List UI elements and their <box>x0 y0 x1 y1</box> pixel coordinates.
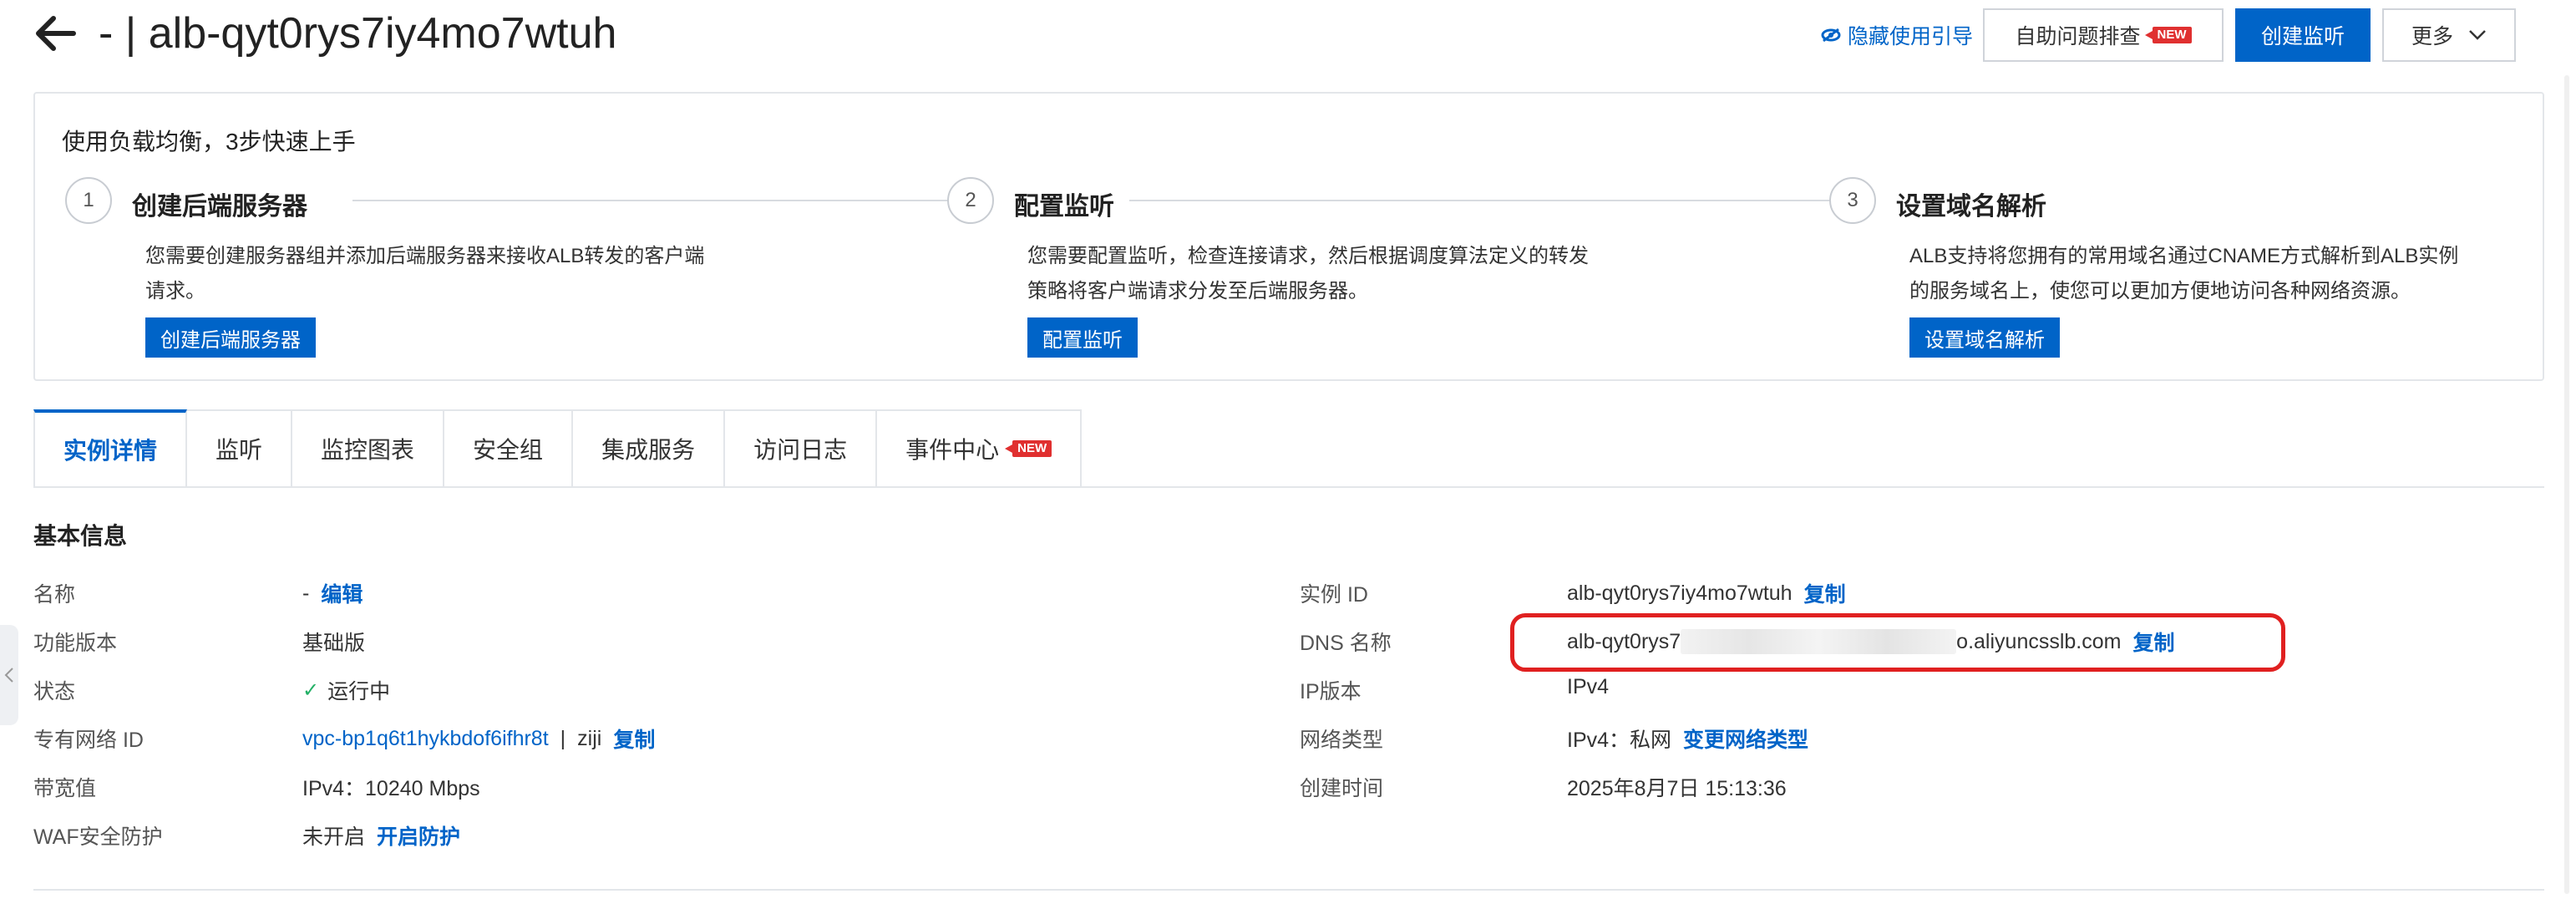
step-1-number: 1 <box>65 177 112 224</box>
network-type-value: IPv4：私网 <box>1567 729 1672 752</box>
create-backend-server-button[interactable]: 创建后端服务器 <box>145 317 316 358</box>
step-connector <box>1129 200 1848 201</box>
step-2-title: 配置监听 <box>1014 193 1114 221</box>
tabs-divider <box>33 486 2544 488</box>
waf-label: WAF安全防护 <box>33 825 163 849</box>
vpc-name: ziji <box>577 726 602 750</box>
copy-instance-id-link[interactable]: 复制 <box>1804 578 1846 608</box>
page-title: - | alb-qyt0rys7iy4mo7wtuh <box>99 9 617 58</box>
network-type-label: 网络类型 <box>1300 729 1384 752</box>
waf-status: 未开启 <box>302 825 366 849</box>
tab-monitoring[interactable]: 监控图表 <box>292 409 445 488</box>
bandwidth-value: IPv4：10240 Mbps <box>302 777 480 800</box>
vpc-id-link[interactable]: vpc-bp1q6t1hykbdof6ifhr8t <box>302 727 549 751</box>
dns-name-label: DNS 名称 <box>1300 632 1392 655</box>
instance-id-value: alb-qyt0rys7iy4mo7wtuh <box>1567 581 1793 605</box>
name-label: 名称 <box>33 583 76 607</box>
step-3-description: ALB支持将您拥有的常用域名通过CNAME方式解析到ALB实例的服务域名上，使您… <box>1909 245 2459 302</box>
version-label: 功能版本 <box>33 632 118 655</box>
tab-access-log[interactable]: 访问日志 <box>725 409 878 488</box>
hide-guide-label: 隐藏使用引导 <box>1848 25 1974 48</box>
name-value-row: - 编辑 <box>302 578 363 608</box>
sidebar-collapse-handle[interactable] <box>0 625 18 725</box>
step-3-title: 设置域名解析 <box>1896 193 2046 221</box>
tab-integration[interactable]: 集成服务 <box>573 409 726 488</box>
section-title-basic-info: 基本信息 <box>33 523 128 549</box>
step-1-description: 您需要创建服务器组并添加后端服务器来接收ALB转发的客户端请求。 <box>145 245 705 302</box>
separator: | <box>560 726 566 750</box>
enable-waf-link[interactable]: 开启防护 <box>377 820 460 851</box>
step-1-title: 创建后端服务器 <box>132 193 307 221</box>
vpc-label: 专有网络 ID <box>33 729 144 752</box>
back-arrow-icon[interactable] <box>32 8 79 58</box>
instance-id-row: alb-qyt0rys7iy4mo7wtuh 复制 <box>1567 578 1846 608</box>
edit-name-link[interactable]: 编辑 <box>321 578 363 608</box>
version-value: 基础版 <box>302 632 366 655</box>
more-dropdown[interactable]: 更多 <box>2382 8 2516 62</box>
hide-guide-link[interactable]: 隐藏使用引导 <box>1821 20 1973 50</box>
chevron-left-icon <box>4 668 13 683</box>
name-value: - <box>302 581 310 605</box>
created-time-label: 创建时间 <box>1300 777 1384 800</box>
dns-highlight-box <box>1510 613 2285 672</box>
status-value: 运行中 <box>327 680 391 703</box>
new-badge: NEW <box>2144 27 2192 43</box>
create-listener-button[interactable]: 创建监听 <box>2235 8 2371 62</box>
scrollbar[interactable] <box>2564 75 2569 894</box>
status-label: 状态 <box>33 680 76 703</box>
set-dns-resolution-button[interactable]: 设置域名解析 <box>1909 317 2060 358</box>
bandwidth-label: 带宽值 <box>33 777 97 800</box>
new-badge: NEW <box>1005 440 1052 457</box>
change-network-type-link[interactable]: 变更网络类型 <box>1683 724 1808 754</box>
ip-version-label: IP版本 <box>1300 680 1362 703</box>
tab-instance-details[interactable]: 实例详情 <box>33 409 188 488</box>
network-type-row: IPv4：私网 变更网络类型 <box>1567 724 1808 754</box>
tab-event-center-label: 事件中心 <box>905 437 1000 463</box>
detail-tabs: 实例详情 监听 监控图表 安全组 集成服务 访问日志 事件中心 NEW <box>33 409 1083 490</box>
step-3-number: 3 <box>1829 177 1876 224</box>
waf-value-row: 未开启 开启防护 <box>302 820 460 851</box>
vpc-value-row: vpc-bp1q6t1hykbdof6ifhr8t | ziji 复制 <box>302 724 655 754</box>
created-time-value: 2025年8月7日 15:13:36 <box>1567 777 1787 800</box>
step-2-number: 2 <box>947 177 994 224</box>
ip-version-value: IPv4 <box>1567 675 1610 698</box>
instance-id-label: 实例 ID <box>1300 583 1368 607</box>
quickstart-title: 使用负载均衡，3步快速上手 <box>62 129 356 155</box>
copy-vpc-link[interactable]: 复制 <box>613 724 655 754</box>
chevron-down-icon <box>2469 30 2486 40</box>
step-connector <box>352 200 962 201</box>
eye-hidden-icon <box>1821 28 1841 43</box>
tab-event-center[interactable]: 事件中心 NEW <box>877 409 1083 488</box>
section-divider <box>33 889 2544 891</box>
step-2-description: 您需要配置监听，检查连接请求，然后根据调度算法定义的转发策略将客户端请求分发至后… <box>1027 245 1589 302</box>
more-label: 更多 <box>2411 25 2453 48</box>
tab-security-group[interactable]: 安全组 <box>444 409 574 488</box>
status-value-row: ✓ 运行中 <box>302 675 390 705</box>
tab-listeners[interactable]: 监听 <box>187 409 293 488</box>
quickstart-card: 使用负载均衡，3步快速上手 1 创建后端服务器 您需要创建服务器组并添加后端服务… <box>33 92 2544 381</box>
configure-listener-button[interactable]: 配置监听 <box>1027 317 1138 358</box>
check-icon: ✓ <box>302 678 320 702</box>
self-help-button[interactable]: 自助问题排查 NEW <box>1983 8 2224 62</box>
self-help-label: 自助问题排查 <box>2015 25 2141 48</box>
